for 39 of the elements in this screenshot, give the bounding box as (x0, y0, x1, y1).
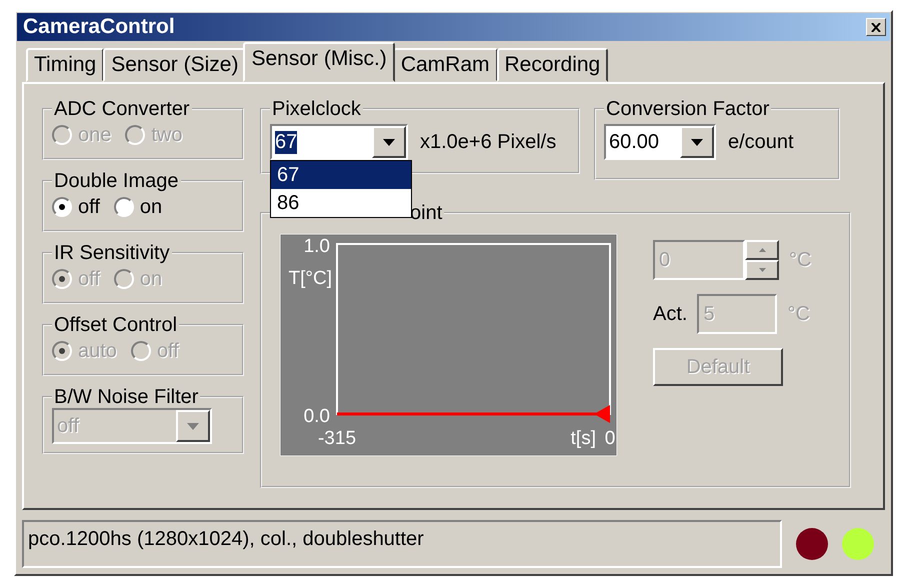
tab[interactable]: Recording (496, 48, 608, 82)
conversion-factor-dropdown[interactable]: 60.00 (604, 124, 716, 160)
spin-down-button[interactable] (745, 260, 779, 280)
tab[interactable]: Timing (26, 48, 104, 82)
radio-button[interactable]: off (52, 196, 100, 218)
actual-label: Act. (653, 302, 688, 326)
radio-button[interactable]: on (114, 196, 162, 218)
dropdown-arrow-icon (691, 138, 703, 146)
group-title: oint (409, 202, 444, 224)
dropdown-option[interactable]: 86 (271, 189, 411, 217)
axis-label: T[°C] (288, 268, 332, 289)
tab[interactable]: CamRam (392, 48, 498, 82)
tick-label: -315 (318, 428, 356, 449)
dropdown-arrow-icon (383, 138, 395, 146)
dropdown-arrow-icon (187, 422, 199, 430)
tick-label: 1.0 (304, 236, 330, 257)
tick-label: 0.0 (304, 406, 330, 427)
tab[interactable]: Sensor (Misc.) (243, 42, 395, 82)
group-title: B/W Noise Filter (53, 386, 200, 408)
axis-label: t[s] (570, 428, 596, 449)
window-title: CameraControl (23, 15, 175, 39)
unit-label: x1.0e+6 Pixel/s (420, 130, 556, 154)
pixelclock-dropdown[interactable]: 67 (270, 124, 408, 160)
down-arrow-icon (758, 268, 766, 272)
group-title: Pixelclock (271, 98, 362, 120)
unit-label: e/count (728, 130, 794, 154)
up-arrow-icon (758, 248, 766, 252)
close-icon (871, 22, 881, 32)
tick-label: 0 (604, 428, 616, 449)
group-title: Double Image (53, 170, 180, 192)
group-title: Conversion Factor (605, 98, 770, 120)
dropdown-option[interactable]: 67 (271, 161, 411, 189)
group-title: Offset Control (53, 314, 178, 336)
status-text: pco.1200hs (1280x1024), col., doubleshutter (22, 520, 782, 568)
group-title: ADC Converter (53, 98, 191, 120)
close-button[interactable] (866, 18, 886, 36)
marker-icon (594, 405, 610, 423)
group-title: IR Sensitivity (53, 242, 171, 264)
spin-up-button[interactable] (745, 240, 779, 260)
